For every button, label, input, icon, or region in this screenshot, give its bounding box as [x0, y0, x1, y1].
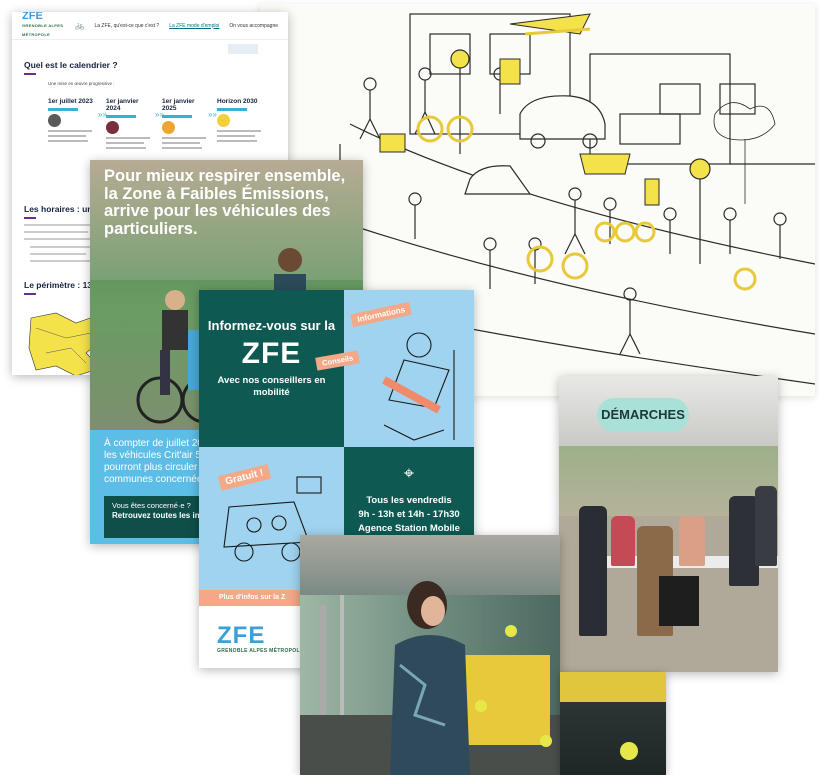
person-figure [755, 486, 777, 566]
site-nav: ZFE GRENOBLE ALPES MÉTROPOLE 🚲 La ZFE, q… [12, 12, 288, 40]
heading-accent [24, 73, 36, 75]
calendar-intro: Une mise en œuvre progressive : [48, 81, 115, 86]
timeline-step-2024: 1er janvier 2024 [106, 98, 154, 149]
person-figure [679, 516, 705, 566]
nav-link-support[interactable]: On vous accompagne [229, 23, 278, 29]
flyer-logo-sub: GRENOBLE ALPES MÉTROPOLE [217, 648, 304, 654]
site-logo[interactable]: ZFE GRENOBLE ALPES MÉTROPOLE [22, 12, 65, 39]
critair-3-badge [162, 121, 175, 134]
person-figure [611, 516, 635, 566]
visitor-figure [390, 581, 470, 775]
agency-counter-photo [560, 672, 666, 775]
person-figure [579, 506, 607, 636]
critair-2-badge [217, 114, 230, 127]
calendar-heading: Quel est le calendrier ? [24, 60, 118, 70]
search-field[interactable] [228, 44, 258, 54]
agency-interior-photo [300, 535, 560, 775]
critair-4-badge [106, 121, 119, 134]
perimetre-heading: Le périmètre : 13 [24, 280, 93, 290]
critair-5-badge [48, 114, 61, 127]
nav-link-what[interactable]: La ZFE, qu'est-ce que c'est ? [94, 23, 159, 29]
timeline-step-2025: 1er janvier 2025 [162, 98, 210, 149]
demarches-sign: DÉMARCHES [597, 398, 689, 432]
flyer-zfe-logo: ZFE [217, 622, 266, 649]
partner-logo: 🚲 [74, 21, 85, 30]
nav-link-howto[interactable]: La ZFE mode d'emploi [169, 23, 219, 29]
horaires-heading: Les horaires : une [24, 204, 98, 214]
timeline-step-2023: 1er juillet 2023 [48, 98, 96, 142]
demarches-tent-photo: DÉMARCHES [559, 376, 778, 672]
chair [659, 576, 699, 626]
location-pin-icon: ⌖ [403, 463, 415, 483]
chevron-right-icon: »» [208, 110, 217, 119]
timeline-step-2030: Horizon 2030 [217, 98, 265, 142]
poster-headline: Pour mieux respirer ensemble, la Zone à … [104, 167, 346, 238]
